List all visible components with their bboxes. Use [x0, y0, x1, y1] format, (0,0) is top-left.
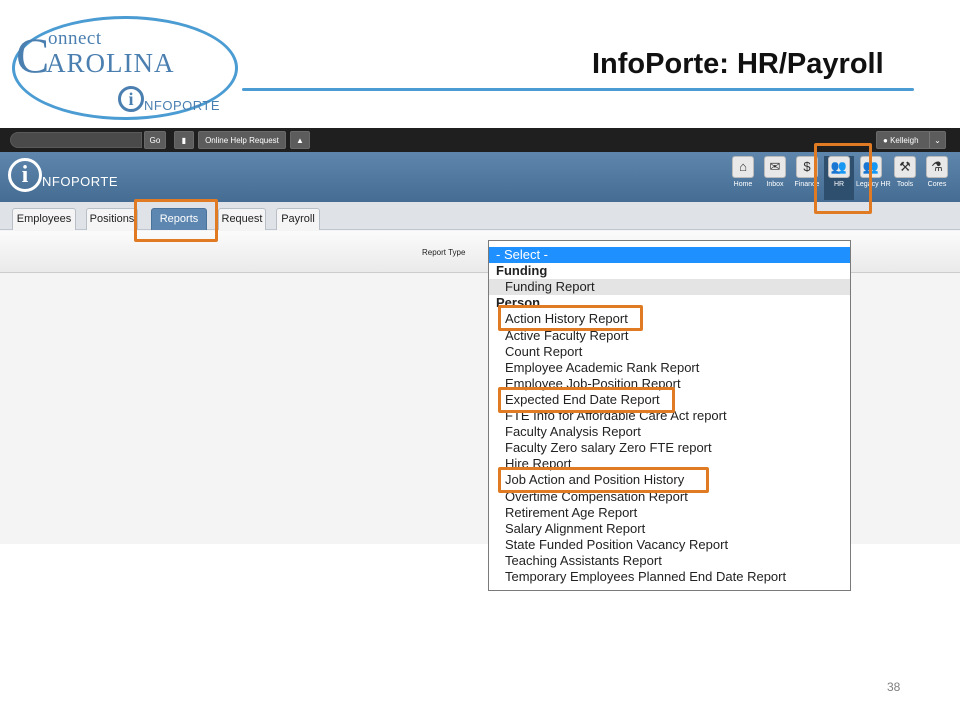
tools-icon: ⚒	[894, 156, 916, 178]
dropdown-group-funding: Funding	[496, 263, 548, 279]
bookmark-button[interactable]: ▮	[174, 131, 194, 149]
user-name: Kelleigh	[890, 136, 919, 145]
report-type-dropdown-list[interactable]: - Select - Funding Funding Report Person Act…	[488, 240, 851, 591]
notifications-button[interactable]: ▲	[290, 131, 310, 149]
slide-title: InfoPorte: HR/Payroll	[592, 48, 884, 80]
bookmark-icon: ▮	[181, 136, 187, 145]
dropdown-option-state-funded-position-vacancy-report[interactable]: State Funded Position Vacancy Report	[489, 537, 850, 553]
dropdown-option-salary-alignment-report[interactable]: Salary Alignment Report	[489, 521, 850, 537]
module-label: Inbox	[766, 181, 784, 188]
callout-job-action-position-history	[498, 467, 709, 493]
connectcarolina-logo: C onnect AROLINA i NFOPORTE	[8, 10, 240, 122]
dropdown-option-teaching-assistants-report[interactable]: Teaching Assistants Report	[489, 553, 850, 569]
report-type-label: Report Type	[422, 248, 466, 257]
tab-employees[interactable]: Employees	[12, 208, 76, 230]
dropdown-option-temporary-employees-planned-end-date-report[interactable]: Temporary Employees Planned End Date Rep…	[489, 569, 850, 585]
module-label: Tools	[896, 181, 914, 188]
callout-expected-end-date-report	[498, 387, 675, 413]
module-cores[interactable]: ⚗ Cores	[922, 156, 952, 200]
logo-info-i-icon: i	[118, 86, 144, 112]
search-input[interactable]	[10, 132, 142, 148]
bell-icon: ▲	[296, 136, 304, 145]
chevron-down-icon: ⌄	[929, 132, 945, 148]
online-help-request-button[interactable]: Online Help Request	[198, 131, 286, 149]
dropdown-option-faculty-zero-salary-zero-fte-report[interactable]: Faculty Zero salary Zero FTE report	[489, 440, 850, 456]
module-tools[interactable]: ⚒ Tools	[890, 156, 920, 200]
dropdown-option-funding-report[interactable]: Funding Report	[489, 279, 850, 296]
dropdown-option-select[interactable]: - Select -	[489, 247, 850, 263]
callout-reports-tab	[134, 199, 218, 242]
dropdown-option-count-report[interactable]: Count Report	[489, 344, 850, 360]
dropdown-option-faculty-analysis-report[interactable]: Faculty Analysis Report	[489, 424, 850, 440]
user-menu-button[interactable]: ● Kelleigh ⌄	[876, 131, 946, 149]
infoporte-logo-text: NFOPORTE	[42, 174, 118, 189]
dropdown-option-retirement-age-report[interactable]: Retirement Age Report	[489, 505, 850, 521]
callout-hr-module	[814, 143, 872, 214]
infoporte-i-icon: i	[8, 158, 42, 192]
tab-request[interactable]: Request	[218, 208, 266, 230]
module-label: Cores	[927, 181, 947, 188]
flask-icon: ⚗	[926, 156, 948, 178]
go-button[interactable]: Go	[144, 131, 166, 149]
user-icon: ●	[883, 136, 891, 145]
tab-payroll[interactable]: Payroll	[276, 208, 320, 230]
logo-c-letter: C	[16, 27, 50, 83]
inbox-icon: ✉	[764, 156, 786, 178]
module-inbox[interactable]: ✉ Inbox	[760, 156, 790, 200]
callout-action-history-report	[498, 305, 643, 331]
title-underline	[242, 88, 914, 91]
dropdown-option-employee-academic-rank-report[interactable]: Employee Academic Rank Report	[489, 360, 850, 376]
page-number: 38	[887, 680, 901, 694]
module-label: Home	[733, 181, 753, 188]
logo-carolina-text: AROLINA	[46, 48, 175, 78]
slide: C onnect AROLINA i NFOPORTE InfoPorte: H…	[0, 0, 960, 720]
home-icon: ⌂	[732, 156, 754, 178]
module-home[interactable]: ⌂ Home	[728, 156, 758, 200]
tab-positions[interactable]: Positions	[86, 208, 138, 230]
logo-infoporte-text: NFOPORTE	[144, 98, 220, 113]
logo-connect-text: onnect	[48, 28, 102, 49]
